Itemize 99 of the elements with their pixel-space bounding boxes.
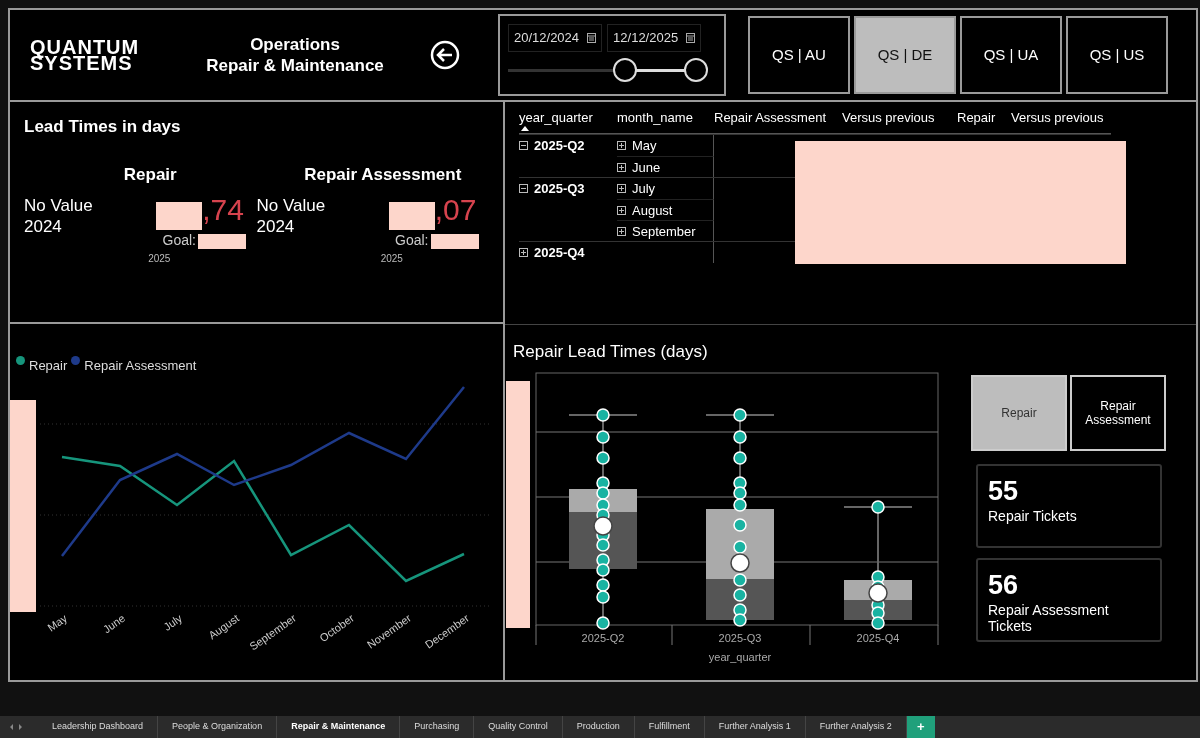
sort-icon [521, 126, 529, 131]
axis-tick [937, 624, 939, 646]
card-label: Repair Assessment Tickets [988, 602, 1110, 634]
data-point [596, 563, 610, 577]
column-header[interactable]: month_name [617, 108, 714, 133]
data-point [733, 540, 747, 554]
panel-title: Lead Times in days [24, 116, 182, 138]
row-header: 2025-Q3 [534, 180, 585, 198]
kpi-value: ,74 [202, 193, 244, 226]
column-header[interactable]: year_quarter [519, 108, 617, 133]
row-header: 2025-Q2 [534, 137, 585, 155]
year-label: 2025 [147, 251, 172, 266]
data-point [733, 498, 747, 512]
row-header: 2025-Q4 [534, 244, 585, 262]
data-point [733, 613, 747, 627]
data-point [871, 616, 885, 630]
back-icon[interactable] [430, 40, 460, 70]
data-point [733, 573, 747, 587]
row-header: June [632, 158, 661, 177]
column-header[interactable]: Versus previous [1011, 108, 1111, 133]
scroll-arrows-icon [10, 724, 22, 730]
whisker-cap [568, 414, 638, 416]
goal-label: Goal: [395, 231, 429, 248]
data-point [596, 616, 610, 630]
column-header[interactable]: Versus previous [842, 108, 957, 133]
data-point [596, 486, 610, 500]
median-marker [730, 553, 750, 573]
data-point [733, 588, 747, 602]
data-point [596, 590, 610, 604]
median-marker [868, 583, 888, 603]
card-value: 55 [988, 475, 1020, 508]
row-header: August [632, 201, 673, 220]
whisker-cap [705, 414, 775, 416]
card-value: 56 [988, 569, 1020, 602]
data-point [596, 430, 610, 444]
expand-icon[interactable] [617, 184, 626, 193]
data-point [733, 451, 747, 465]
slider-handle[interactable] [612, 57, 637, 82]
region-button[interactable]: QS | DE [854, 16, 956, 94]
redaction-block [388, 201, 435, 230]
dashboard-title: Operations Repair & Maintenance [205, 34, 385, 76]
data-point [596, 408, 610, 422]
axis-tick [671, 624, 673, 646]
legend-label: Repair Assessment [84, 357, 197, 375]
collapse-icon[interactable] [519, 141, 528, 150]
axis-label: 2025-Q4 [856, 632, 900, 644]
data-point [596, 451, 610, 465]
axis-label: 2025-Q2 [581, 632, 625, 644]
slider-handle[interactable] [684, 57, 708, 82]
data-point [871, 500, 885, 514]
whisker-cap [843, 506, 913, 508]
axis-label: July [161, 611, 185, 633]
region-button[interactable]: QS | AU [748, 16, 850, 94]
expand-icon[interactable] [519, 248, 528, 257]
calendar-icon [587, 32, 597, 43]
redaction-block [156, 201, 203, 230]
date-field[interactable]: 12/12/2025 [607, 24, 702, 52]
expand-icon[interactable] [617, 162, 626, 172]
axis-label: 2025-Q3 [718, 632, 762, 644]
kpi-title: Repair Assessment [303, 163, 463, 186]
legend-label: Repair [29, 357, 68, 375]
toggle-button[interactable]: Repair Assessment [1070, 375, 1166, 451]
axis-label: June [100, 611, 128, 636]
redaction-block [430, 233, 479, 249]
card-label: Repair Tickets [988, 508, 1078, 524]
expand-icon[interactable] [617, 141, 626, 150]
expand-icon[interactable] [617, 205, 626, 215]
chart-title: Repair Lead Times (days) [513, 341, 708, 363]
region-button[interactable]: QS | US [1066, 16, 1168, 94]
toggle-button[interactable]: Repair [971, 375, 1067, 451]
logo: QUANTUM SYSTEMS [30, 39, 141, 71]
data-point [733, 408, 747, 422]
row-header: May [632, 137, 657, 155]
kpi-value: ,07 [434, 193, 477, 226]
row-header: September [632, 222, 696, 241]
year-label: 2025 [379, 251, 404, 266]
collapse-icon[interactable] [519, 184, 528, 193]
axis-label: May [45, 611, 70, 634]
axis-title: year_quarter [708, 651, 772, 663]
axis-tick [535, 624, 537, 646]
date-field[interactable]: 20/12/2024 [508, 24, 603, 52]
data-point [733, 518, 747, 532]
baseline-text: No Value 2024 [256, 195, 327, 238]
column-header[interactable]: Repair [957, 108, 1011, 133]
baseline-text: No Value 2024 [24, 195, 94, 238]
data-point [596, 578, 610, 592]
data-point [596, 538, 610, 552]
data-point [733, 430, 747, 444]
data-point [733, 486, 747, 500]
median-marker [593, 516, 613, 536]
redaction-block [198, 233, 246, 249]
column-header[interactable]: Repair Assessment [714, 108, 842, 133]
axis-tick [809, 624, 811, 646]
region-button[interactable]: QS | UA [960, 16, 1062, 94]
expand-icon[interactable] [617, 226, 626, 236]
kpi-title: Repair [122, 163, 178, 186]
calendar-icon [686, 32, 696, 43]
goal-label: Goal: [162, 231, 196, 248]
row-header: July [632, 180, 656, 198]
